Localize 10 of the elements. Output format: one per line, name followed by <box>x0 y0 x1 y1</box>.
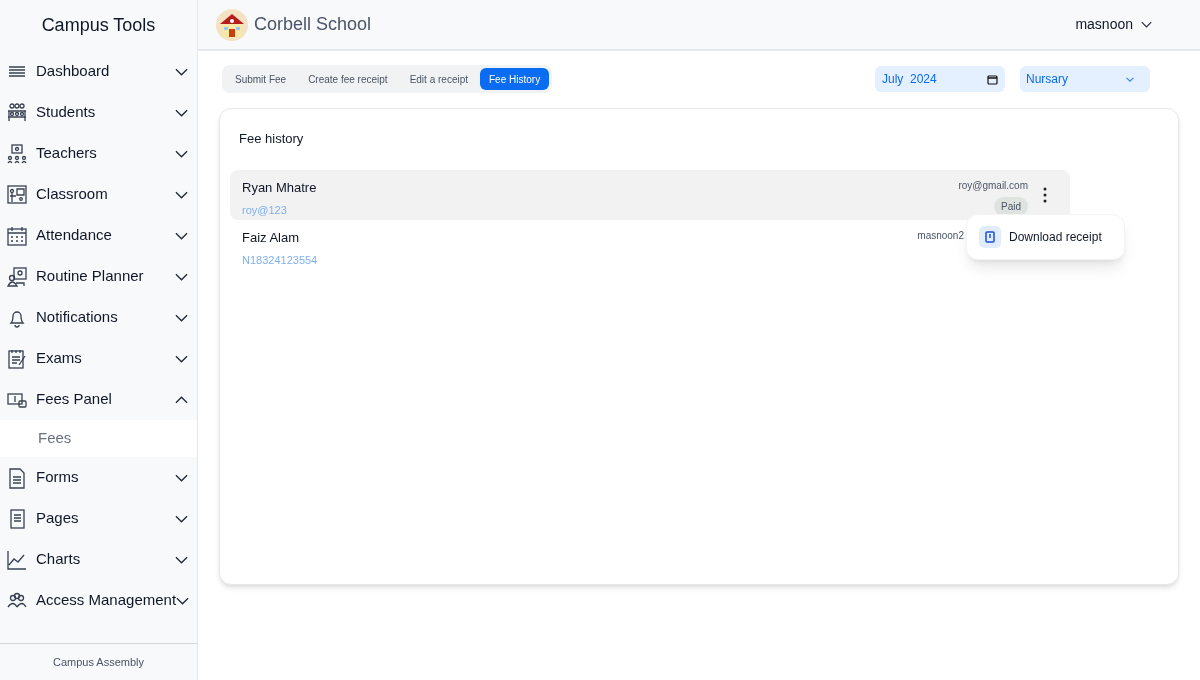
card-title: Fee history <box>238 130 305 148</box>
student-name: Ryan Mhatre <box>242 178 317 197</box>
student-email: roy@gmail.com <box>958 178 1028 193</box>
school-name: Corbell School <box>254 13 372 36</box>
student-id: roy@123 <box>242 203 287 218</box>
student-id: N18324123554 <box>242 253 318 268</box>
student-email: masnoon2 <box>917 228 964 243</box>
sidebar-title: Campus Tools <box>40 14 157 37</box>
sidebar-footer: Campus Assembly <box>0 643 197 680</box>
student-name: Faiz Alam <box>242 228 300 247</box>
